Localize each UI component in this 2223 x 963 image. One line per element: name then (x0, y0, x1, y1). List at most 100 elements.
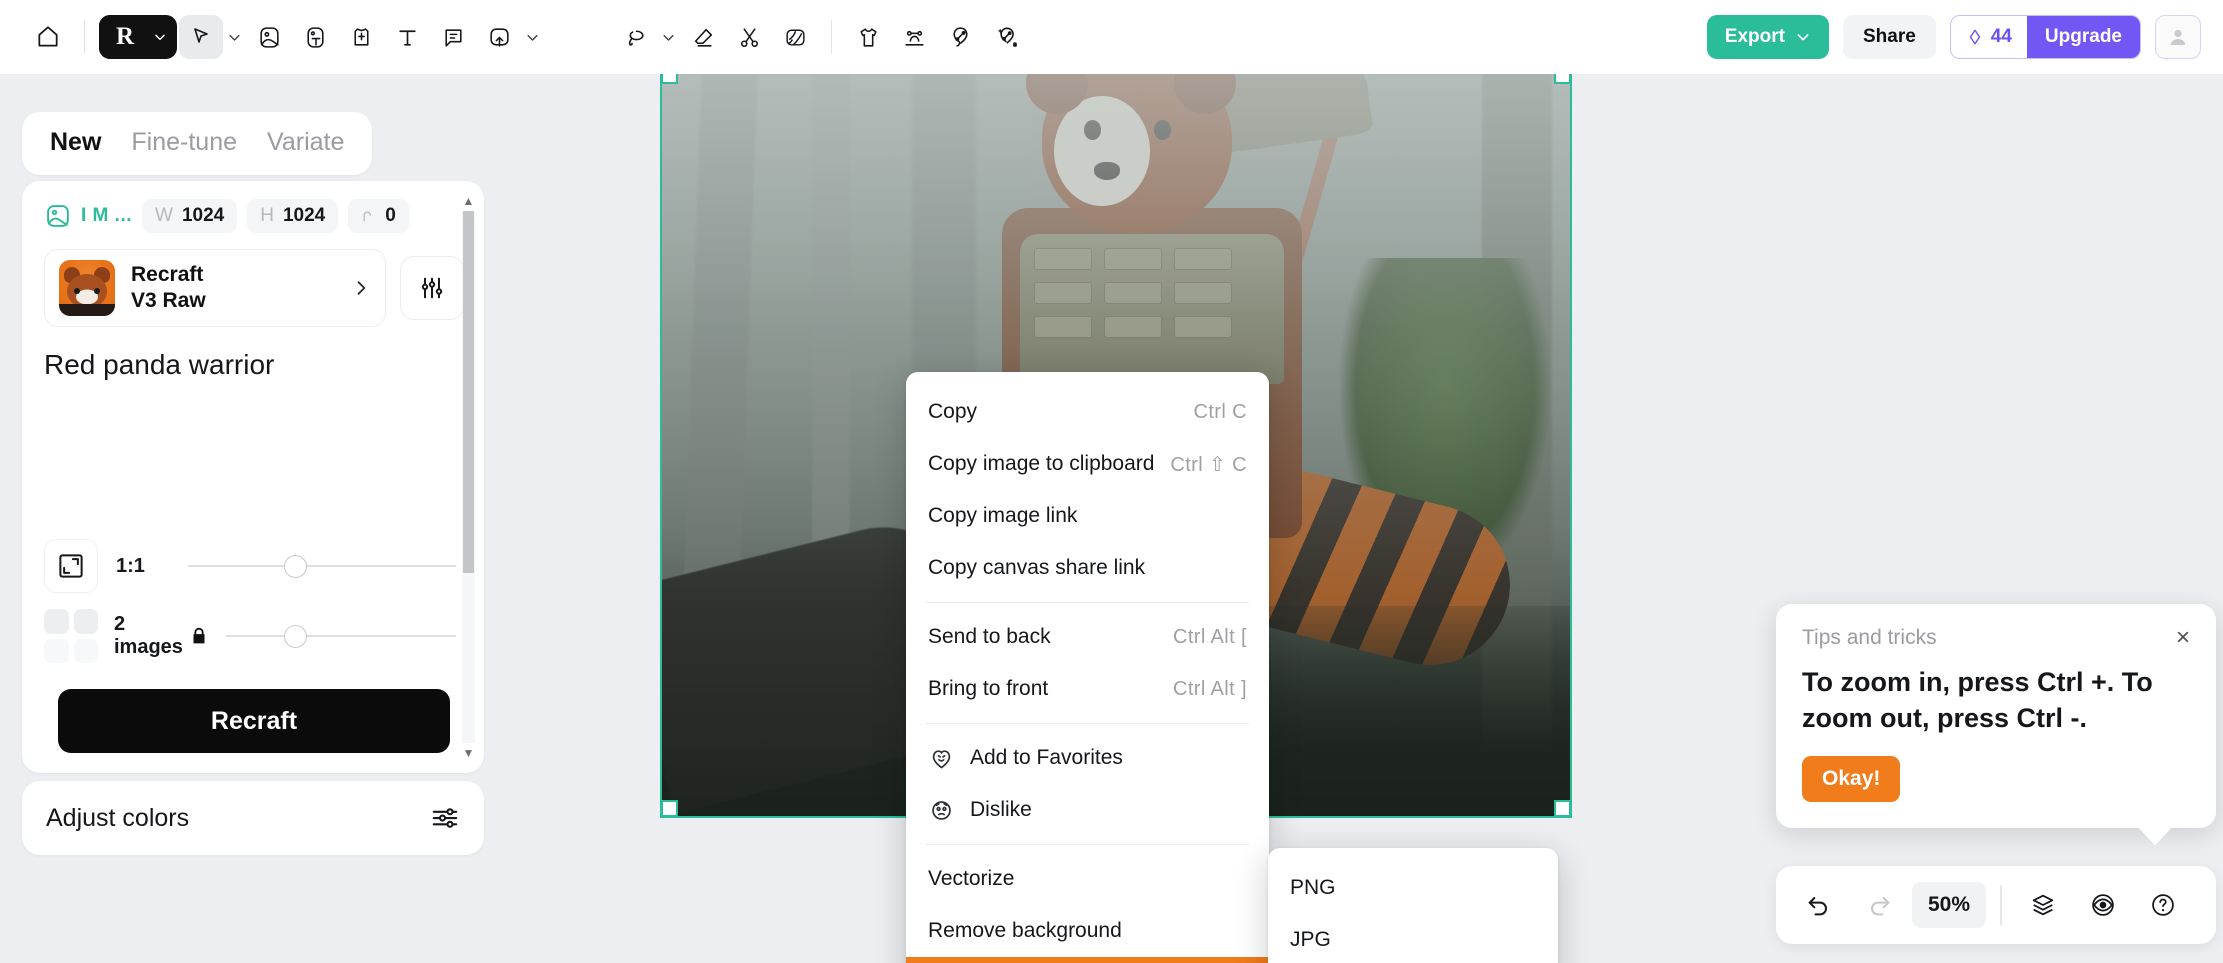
generation-panel: New Fine-tune Variate I M ... W 10 (22, 112, 484, 855)
adjust-colors-sliders-icon (430, 803, 460, 833)
aspect-ratio-slider[interactable] (188, 551, 456, 581)
menu-item-send-to-back[interactable]: Send to back Ctrl Alt [ (906, 611, 1269, 663)
menu-item-copy-image-to-clipboard-shortcut: Ctrl ⇧ C (1170, 452, 1247, 477)
context-menu: Copy Ctrl C Copy image to clipboard Ctrl… (906, 372, 1269, 963)
sad-face-icon (928, 797, 970, 824)
recraft-logo-icon[interactable]: R (99, 15, 177, 59)
menu-item-dislike[interactable]: Dislike (906, 784, 1269, 836)
image-text-tool-icon[interactable] (293, 15, 337, 59)
lock-icon[interactable] (188, 625, 210, 647)
resize-handle-top-right[interactable] (1554, 74, 1570, 84)
menu-item-copy[interactable]: Copy Ctrl C (906, 386, 1269, 438)
tips-header: Tips and tricks × (1802, 626, 2190, 650)
menu-item-vectorize[interactable]: Vectorize (906, 853, 1269, 905)
close-icon[interactable]: × (2176, 626, 2190, 650)
mockup-tool-icon[interactable] (339, 15, 383, 59)
menu-item-add-to-favorites[interactable]: Add to Favorites (906, 732, 1269, 784)
credits-button[interactable]: 44 (1951, 16, 2027, 58)
resize-handle-bottom-left[interactable] (662, 800, 678, 816)
tips-title: Tips and tricks (1802, 626, 1937, 650)
model-row: Recraft V3 Raw (44, 249, 464, 327)
layers-button[interactable] (2016, 878, 2070, 932)
tips-body-text: To zoom in, press Ctrl +. To zoom out, p… (1802, 664, 2190, 736)
rotation-field[interactable]: 0 (348, 199, 409, 233)
scrollbar-thumb[interactable] (463, 211, 474, 573)
height-value: 1024 (283, 205, 325, 227)
adjust-colors-row[interactable]: Adjust colors (22, 781, 484, 855)
upgrade-button[interactable]: Upgrade (2027, 16, 2140, 58)
image-count-slider-knob[interactable] (284, 625, 307, 648)
dimensions-row: I M ... W 1024 H 1024 0 (44, 199, 464, 233)
undo-button[interactable] (1792, 878, 1846, 932)
canvas-bottom-toolbar: 50% (1776, 866, 2216, 944)
image-count-icon[interactable] (44, 609, 98, 663)
export-button[interactable]: Export (1707, 15, 1829, 59)
vector-edit-icon[interactable] (938, 15, 982, 59)
upload-image-icon[interactable] (477, 15, 521, 59)
menu-item-png[interactable]: PNG (1268, 862, 1558, 914)
zoom-level-button[interactable]: 50% (1912, 882, 1986, 928)
recraft-logo-glyph: R (99, 15, 151, 59)
eraser-tool-icon[interactable] (681, 15, 725, 59)
image-type-label: I M ... (81, 205, 132, 227)
menu-item-copy-image-to-clipboard[interactable]: Copy image to clipboard Ctrl ⇧ C (906, 438, 1269, 490)
tab-variate[interactable]: Variate (267, 128, 344, 157)
width-value: 1024 (182, 205, 224, 227)
home-icon[interactable] (26, 15, 70, 59)
scroll-down-arrow-icon[interactable]: ▼ (463, 747, 475, 759)
image-count-label: 2 images (114, 613, 172, 659)
scrollbar-trough[interactable] (462, 211, 475, 743)
tshirt-tool-icon[interactable] (846, 15, 890, 59)
image-count-slider[interactable] (226, 621, 456, 651)
tab-fine-tune[interactable]: Fine-tune (131, 128, 237, 157)
mockup-stand-icon[interactable] (892, 15, 936, 59)
menu-item-bring-to-front[interactable]: Bring to front Ctrl Alt ] (906, 663, 1269, 715)
panel-tabs: New Fine-tune Variate (22, 112, 372, 175)
width-field[interactable]: W 1024 (142, 199, 237, 233)
tips-and-tricks-popup: Tips and tricks × To zoom in, press Ctrl… (1776, 604, 2216, 828)
lasso-tool-chevron-down-icon[interactable] (657, 17, 679, 57)
lasso-tool-icon[interactable] (613, 15, 657, 59)
scroll-up-arrow-icon[interactable]: ▲ (463, 195, 475, 207)
select-tool-icon[interactable] (179, 15, 223, 59)
resize-handle-bottom-right[interactable] (1554, 800, 1570, 816)
model-name-line1: Recraft (131, 262, 206, 288)
image-type-selector[interactable]: I M ... (44, 202, 132, 230)
upgrade-button-label: Upgrade (2045, 26, 2122, 48)
upload-tool-chevron-down-icon[interactable] (521, 17, 543, 57)
redo-button[interactable] (1852, 878, 1906, 932)
menu-item-copy-image-link[interactable]: Copy image link (906, 490, 1269, 542)
width-key: W (155, 205, 173, 227)
text-tool-icon[interactable] (385, 15, 429, 59)
menu-item-remove-background[interactable]: Remove background (906, 905, 1269, 957)
menu-separator-2 (926, 723, 1249, 724)
scissors-tool-icon[interactable] (727, 15, 771, 59)
model-settings-button[interactable] (400, 256, 464, 320)
preview-button[interactable] (2076, 878, 2130, 932)
image-tool-icon[interactable] (247, 15, 291, 59)
height-field[interactable]: H 1024 (247, 199, 338, 233)
aspect-ratio-icon[interactable] (44, 539, 98, 593)
menu-item-jpg[interactable]: JPG (1268, 914, 1558, 963)
panel-scrollbar[interactable]: ▲ ▼ (461, 195, 476, 759)
menu-item-vectorize-label: Vectorize (928, 867, 1014, 891)
aspect-ratio-row: 1:1 (44, 539, 464, 593)
avatar[interactable] (2155, 15, 2201, 59)
share-button[interactable]: Share (1843, 15, 1936, 59)
prompt-input[interactable]: Red panda warrior (44, 349, 464, 529)
resize-handle-top-left[interactable] (662, 74, 678, 84)
tips-okay-button[interactable]: Okay! (1802, 756, 1900, 802)
model-selector[interactable]: Recraft V3 Raw (44, 249, 386, 327)
toolbar-tools-group: R (0, 15, 1028, 59)
aspect-ratio-slider-knob[interactable] (284, 555, 307, 578)
menu-item-export-as[interactable]: Export as... (906, 957, 1269, 963)
pattern-tool-icon[interactable] (773, 15, 817, 59)
help-button[interactable] (2136, 878, 2190, 932)
magic-vector-icon[interactable] (984, 15, 1028, 59)
recraft-generate-button[interactable]: Recraft (58, 689, 450, 753)
menu-item-copy-canvas-share-link[interactable]: Copy canvas share link (906, 542, 1269, 594)
select-tool-chevron-down-icon[interactable] (223, 17, 245, 57)
rotation-icon (361, 209, 376, 224)
comment-tool-icon[interactable] (431, 15, 475, 59)
tab-new[interactable]: New (50, 128, 101, 157)
